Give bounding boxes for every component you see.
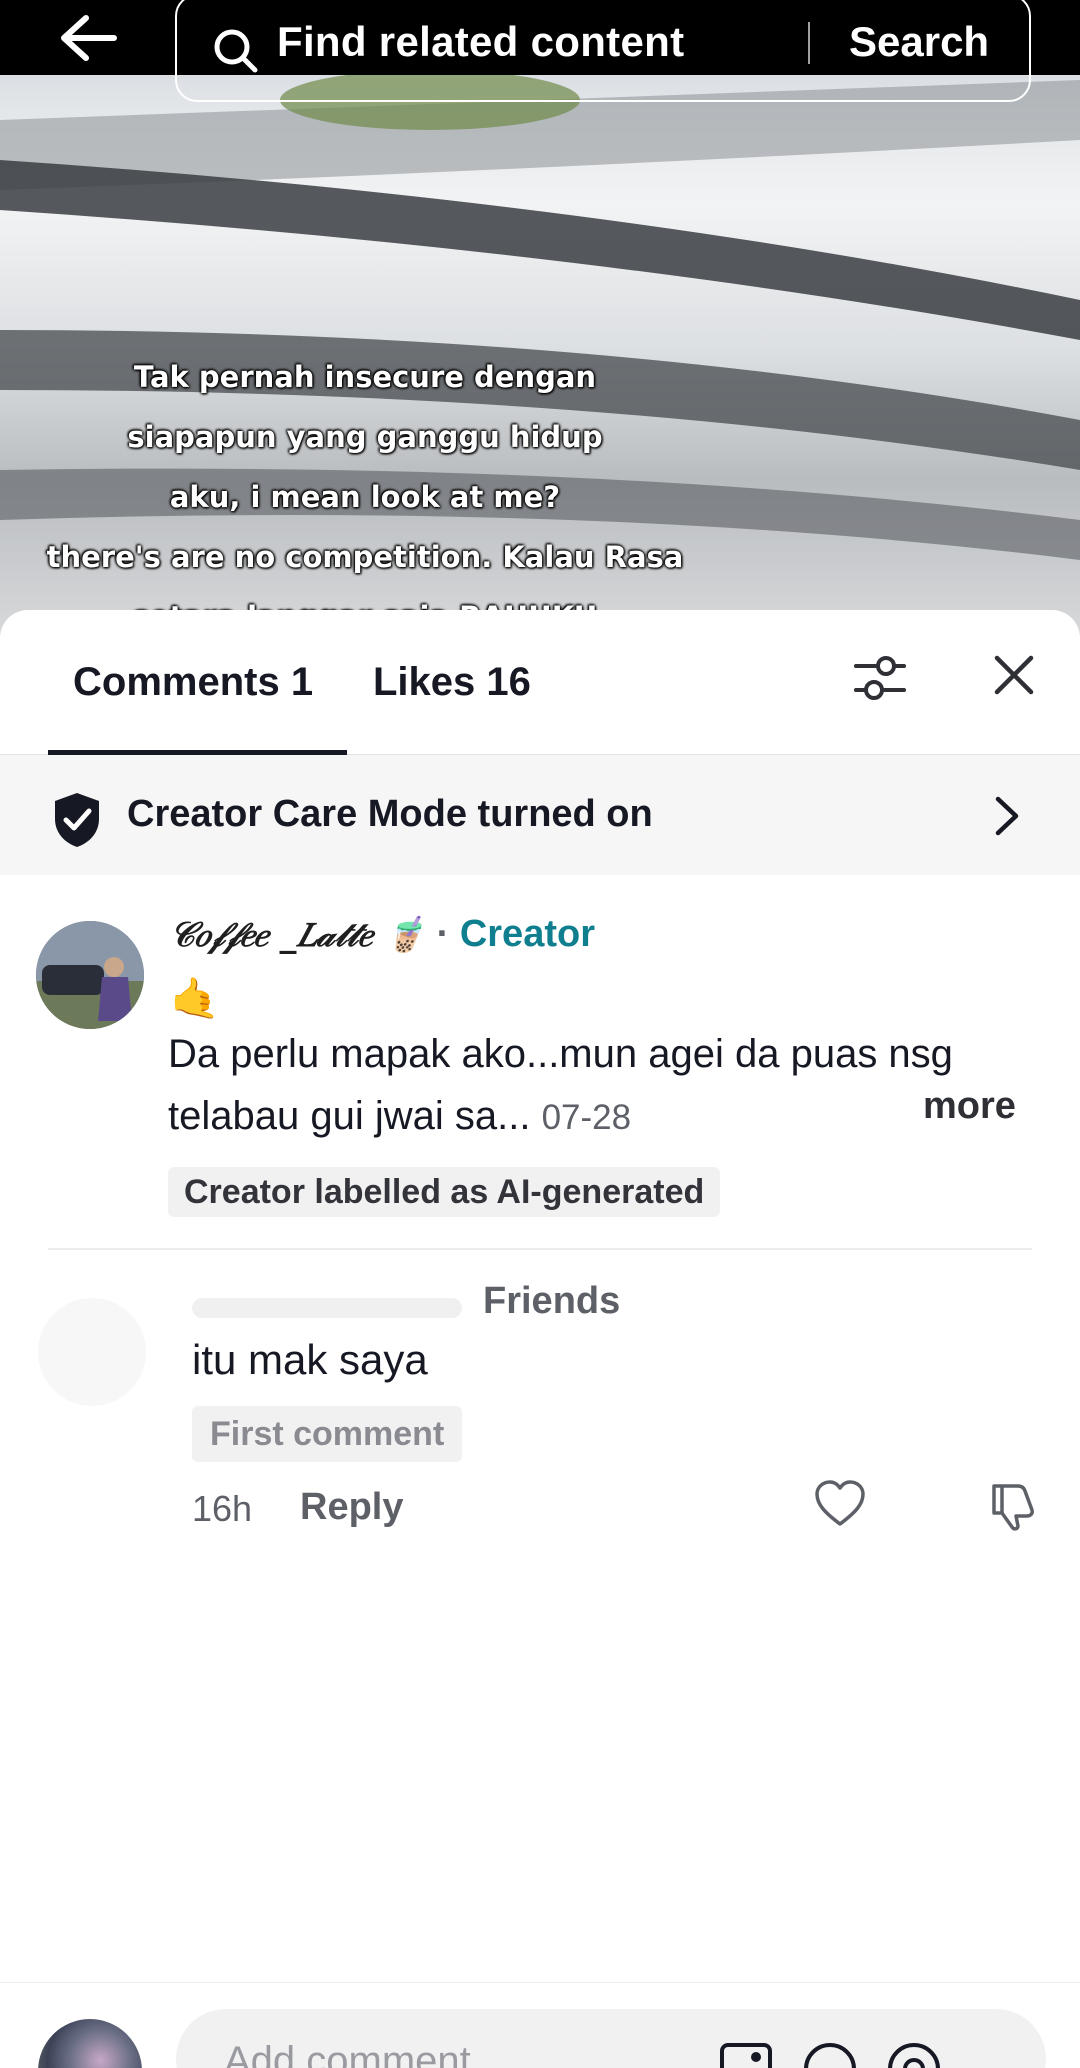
search-button[interactable]: Search: [849, 18, 989, 66]
friends-badge: Friends: [483, 1280, 621, 1322]
thumbs-down-icon[interactable]: [988, 1480, 1040, 1532]
comment-composer: Add comment...: [0, 1982, 1080, 2068]
avatar[interactable]: [36, 921, 144, 1029]
close-icon[interactable]: [993, 654, 1035, 696]
comment-date: 07-28: [541, 1098, 632, 1137]
search-bar[interactable]: Find related content Search: [175, 0, 1031, 102]
comments-sheet: Comments 1 Likes 16 Creator Care Mode tu…: [0, 610, 1080, 2068]
sheet-tabs: Comments 1 Likes 16: [0, 610, 1080, 755]
search-divider: [808, 22, 810, 64]
reply-button[interactable]: Reply: [300, 1486, 403, 1529]
back-arrow-icon: [61, 15, 117, 61]
comment-item: 𝒞𝑜𝒻𝒻𝑒𝑒 _𝐿𝒶𝓉𝓉𝑒 🧋 · Creator 🤙 Da perlu map…: [0, 875, 1080, 1217]
comment-item: Friends itu mak saya First comment 16h R…: [0, 1258, 1080, 1558]
comment-emoji: 🤙: [170, 977, 220, 1021]
search-icon: [214, 29, 258, 73]
more-link[interactable]: more: [923, 1085, 1016, 1128]
creator-care-banner[interactable]: Creator Care Mode turned on: [0, 755, 1080, 875]
redacted-username: [192, 1298, 462, 1318]
comment-username[interactable]: 𝒞𝑜𝒻𝒻𝑒𝑒 _𝐿𝒶𝓉𝓉𝑒 🧋: [170, 915, 426, 955]
first-comment-tag: First comment: [192, 1406, 463, 1462]
avatar-photo: [36, 921, 144, 1029]
tab-likes[interactable]: Likes 16: [373, 660, 531, 705]
separator-dot: ·: [436, 913, 450, 955]
comment-time: 16h: [192, 1488, 253, 1529]
creator-badge: Creator: [459, 913, 595, 955]
ai-generated-tag: Creator labelled as AI-generated: [168, 1167, 721, 1217]
avatar[interactable]: [38, 1298, 146, 1406]
shield-check-icon: [55, 793, 99, 847]
add-comment-placeholder: Add comment...: [224, 2039, 505, 2068]
video-caption-line: aku, i mean look at me?: [169, 480, 561, 514]
comment-divider: [48, 1248, 1032, 1250]
add-comment-input[interactable]: Add comment...: [176, 2009, 1046, 2068]
creator-care-text: Creator Care Mode turned on: [127, 793, 653, 835]
tab-comments[interactable]: Comments 1: [73, 660, 313, 705]
comment-text: itu mak saya: [192, 1336, 428, 1383]
heart-icon[interactable]: [814, 1480, 866, 1528]
filter-icon[interactable]: [852, 650, 908, 706]
video-caption-line: Tak pernah insecure dengan: [133, 360, 597, 394]
mention-icon[interactable]: [884, 2039, 944, 2068]
image-icon[interactable]: [716, 2039, 776, 2068]
video-caption-line: there's are no competition. Kalau Rasa: [46, 540, 684, 574]
top-bar: Find related content Search: [0, 0, 1080, 102]
search-input[interactable]: Find related content: [277, 18, 684, 66]
back-button[interactable]: [58, 14, 128, 84]
emoji-icon[interactable]: [800, 2039, 860, 2068]
comment-header: 𝒞𝑜𝒻𝒻𝑒𝑒 _𝐿𝒶𝓉𝓉𝑒 🧋 · Creator: [170, 913, 595, 956]
my-avatar: [38, 2019, 142, 2068]
video-caption-line: siapapun yang ganggu hidup: [127, 420, 603, 454]
chevron-right-icon: [995, 796, 1019, 836]
